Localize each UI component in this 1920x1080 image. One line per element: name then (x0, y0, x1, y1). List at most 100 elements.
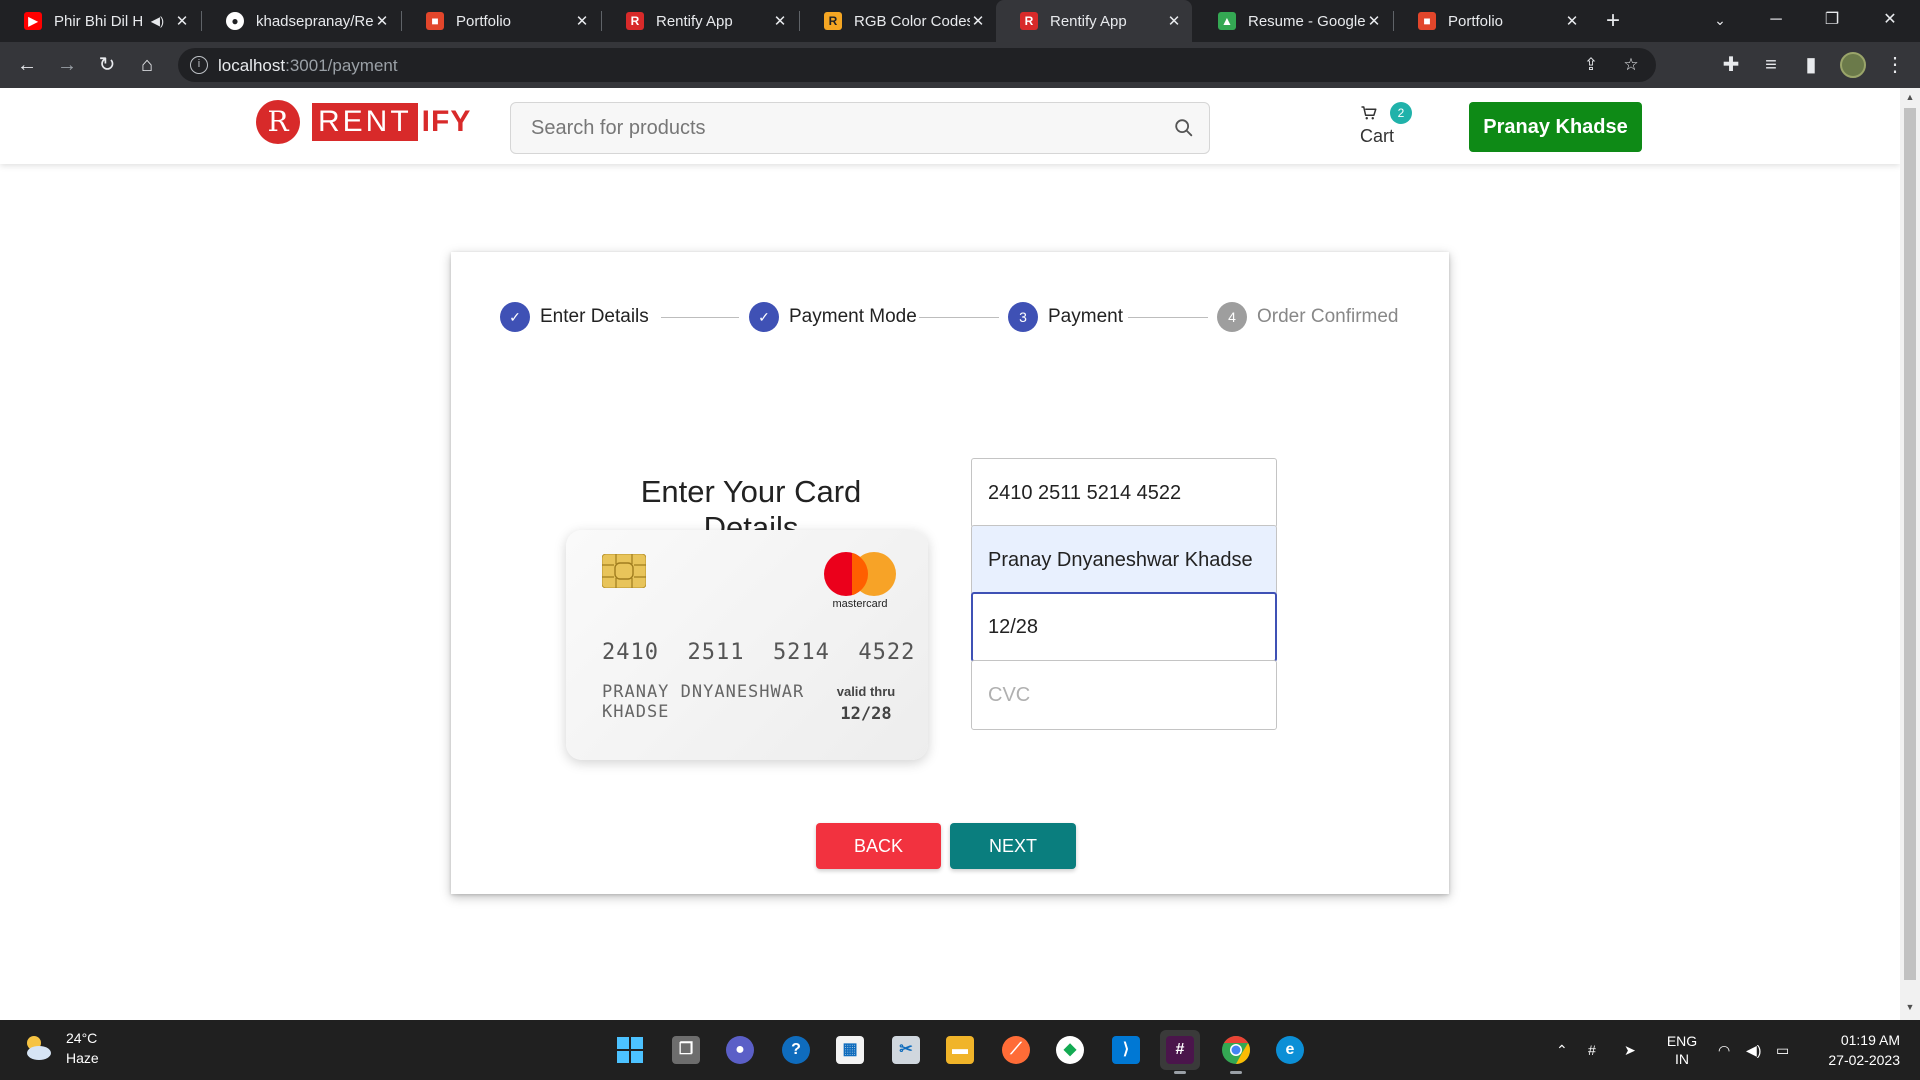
card-number-input[interactable] (971, 458, 1277, 528)
browser-tab[interactable]: ▶ Phir Bhi Dil H ◀) ✕ (0, 0, 200, 42)
help-button[interactable]: ? (776, 1030, 816, 1070)
logo-text-rent: RENT (312, 103, 418, 141)
mongodb-compass-button[interactable]: ◆ (1050, 1030, 1090, 1070)
step-check-icon: ✓ (500, 302, 530, 332)
scroll-up-icon[interactable]: ▲ (1900, 92, 1920, 106)
teams-chat-button[interactable]: ● (720, 1030, 760, 1070)
back-arrow-icon[interactable]: ← (12, 50, 42, 80)
tab-search-icon[interactable]: ⌄ (1692, 0, 1748, 40)
close-tab-icon[interactable]: ✕ (574, 12, 590, 30)
window-close-icon[interactable]: ✕ (1862, 0, 1918, 40)
next-button[interactable]: NEXT (950, 823, 1076, 869)
slack-tray-icon[interactable]: # (1588, 1020, 1610, 1080)
search-input[interactable] (511, 103, 1151, 153)
rentify-logo[interactable]: R RENT IFY (256, 100, 471, 144)
close-tab-icon[interactable]: ✕ (1366, 12, 1382, 30)
rentify-icon: R (1020, 12, 1038, 30)
browser-tab[interactable]: R RGB Color Codes ✕ (800, 0, 996, 42)
weather-widget[interactable]: 24°C Haze (20, 1028, 99, 1068)
system-clock[interactable]: 01:19 AM 27-02-2023 (1810, 1030, 1900, 1070)
chat-icon: ● (726, 1036, 754, 1064)
github-icon: ● (226, 12, 244, 30)
search-icon[interactable] (1173, 117, 1195, 139)
start-button[interactable] (610, 1030, 650, 1070)
snipping-tool-button[interactable]: ✂ (886, 1030, 926, 1070)
browser-tab[interactable]: R Rentify App ✕ (602, 0, 798, 42)
star-icon[interactable]: ☆ (1620, 54, 1642, 76)
back-button[interactable]: BACK (816, 823, 941, 869)
browser-tab[interactable]: ■ Portfolio ✕ (402, 0, 600, 42)
edge-icon: e (1276, 1036, 1304, 1064)
close-tab-icon[interactable]: ✕ (772, 12, 788, 30)
close-tab-icon[interactable]: ✕ (174, 12, 190, 30)
chrome-button[interactable] (1216, 1030, 1256, 1074)
edge-button[interactable]: e (1270, 1030, 1310, 1070)
step-check-icon: ✓ (749, 302, 779, 332)
step-connector (661, 317, 739, 318)
step-payment-mode: ✓ Payment Mode (749, 302, 917, 332)
step-connector (919, 317, 999, 318)
speaker-icon[interactable]: ◀) (151, 14, 164, 28)
cart-count-badge: 2 (1390, 102, 1412, 124)
minimize-icon[interactable]: ─ (1748, 0, 1804, 40)
menu-icon[interactable]: ⋮ (1880, 50, 1910, 80)
store-button[interactable]: ▦ (830, 1030, 870, 1070)
card-expiry-input[interactable] (971, 592, 1277, 662)
input-language[interactable]: ENG IN (1664, 1020, 1700, 1080)
home-icon[interactable]: ⌂ (132, 50, 162, 80)
google-drive-icon: ▲ (1218, 12, 1236, 30)
location-icon[interactable]: ➤ (1624, 1020, 1646, 1080)
user-profile-button[interactable]: Pranay Khadse (1469, 102, 1642, 152)
page-scrollbar[interactable]: ▲ ▼ (1900, 88, 1920, 1020)
cart-button[interactable]: 2 Cart (1348, 102, 1418, 152)
valid-thru-label: valid thru (836, 684, 896, 699)
address-bar[interactable]: i localhost:3001/payment ☆ ⇪ (178, 48, 1656, 82)
scrollbar-thumb[interactable] (1904, 108, 1916, 980)
logo-text-ify: IFY (421, 105, 472, 138)
browser-tab-active[interactable]: R Rentify App ✕ (996, 0, 1192, 42)
slack-icon: # (1166, 1036, 1194, 1064)
postman-button[interactable]: ⟋ (996, 1030, 1036, 1070)
url-text[interactable]: localhost:3001/payment (218, 56, 398, 76)
browser-tab[interactable]: ▲ Resume - Google ✕ (1194, 0, 1392, 42)
rgb-icon: R (824, 12, 842, 30)
new-tab-icon[interactable]: + (1598, 6, 1628, 36)
close-tab-icon[interactable]: ✕ (374, 12, 390, 30)
mastercard-wordmark: mastercard (832, 598, 888, 610)
profile-avatar[interactable] (1840, 52, 1866, 78)
restore-icon[interactable]: ❐ (1804, 0, 1860, 40)
close-tab-icon[interactable]: ✕ (1166, 12, 1182, 30)
side-panel-icon[interactable]: ▮ (1796, 50, 1826, 80)
step-enter-details: ✓ Enter Details (500, 302, 649, 332)
show-hidden-icons[interactable]: ⌃ (1556, 1020, 1576, 1080)
browser-toolbar: ← → ↻ ⌂ i localhost:3001/payment ☆ ⇪ ✚ ≡… (0, 42, 1920, 88)
battery-icon[interactable]: ▭ (1776, 1020, 1798, 1080)
browser-tab[interactable]: ■ Portfolio ✕ (1394, 0, 1590, 42)
site-info-icon[interactable]: i (190, 56, 208, 74)
share-icon[interactable]: ⇪ (1580, 54, 1602, 76)
portfolio-icon: ■ (1418, 12, 1436, 30)
browser-tab[interactable]: ● khadsepranay/Re ✕ (202, 0, 400, 42)
weather-temperature: 24°C (66, 1030, 98, 1046)
task-view-button[interactable]: ❐ (666, 1030, 706, 1070)
file-explorer-button[interactable]: ▬ (940, 1030, 980, 1070)
portfolio-icon: ■ (426, 12, 444, 30)
close-tab-icon[interactable]: ✕ (970, 12, 986, 30)
card-name-input[interactable] (971, 525, 1277, 595)
mongodb-icon: ◆ (1056, 1036, 1084, 1064)
forward-arrow-icon[interactable]: → (52, 50, 82, 80)
cart-label: Cart (1360, 126, 1395, 146)
extensions-icon[interactable]: ✚ (1716, 50, 1746, 80)
card-chip-icon (602, 554, 646, 588)
card-cvc-input[interactable] (971, 660, 1277, 730)
media-control-icon[interactable]: ≡ (1756, 50, 1786, 80)
wifi-icon[interactable]: ◠ (1718, 1020, 1740, 1080)
slack-button[interactable]: # (1160, 1030, 1200, 1074)
close-tab-icon[interactable]: ✕ (1564, 12, 1580, 30)
vscode-button[interactable]: ⟩ (1106, 1030, 1146, 1070)
credit-card-preview: mastercard 2410 2511 5214 4522 PRANAY DN… (566, 530, 928, 760)
checkout-panel: ✓ Enter Details ✓ Payment Mode 3 Payment… (451, 252, 1449, 894)
volume-icon[interactable]: ◀) (1746, 1020, 1768, 1080)
reload-icon[interactable]: ↻ (92, 50, 122, 80)
scroll-down-icon[interactable]: ▼ (1900, 1002, 1920, 1016)
